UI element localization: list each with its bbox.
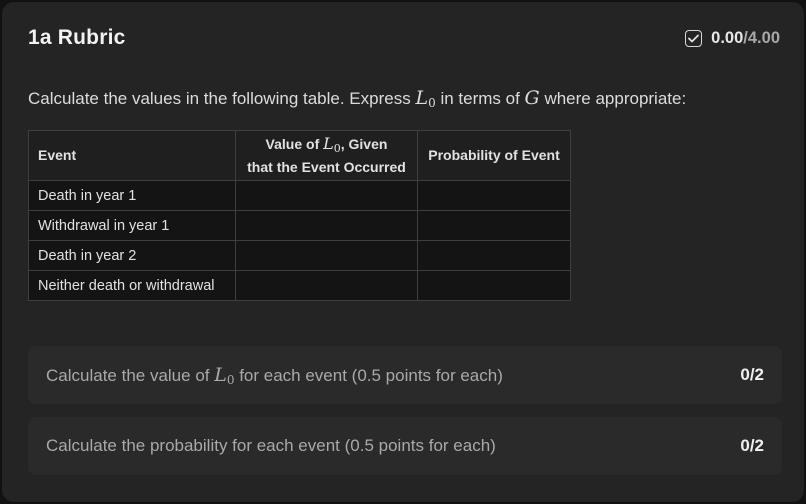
rubric-card: 1a Rubric 0.00/4.00 Calculate the values… (2, 2, 804, 502)
header-value-pre: Value of (265, 136, 324, 152)
cell-value (235, 240, 418, 271)
criterion-probability-text: Calculate the probability for each event… (46, 436, 496, 455)
criterion-value[interactable]: Calculate the value of L0 for each event… (28, 346, 782, 404)
cell-event: Withdrawal in year 1 (28, 210, 236, 241)
cell-value (235, 270, 418, 301)
math-sub: 0 (428, 96, 436, 110)
header-math-var: L (323, 134, 334, 153)
criterion-math-var: L (214, 363, 227, 386)
criterion-probability-points: 0/2 (740, 436, 764, 455)
header-value: Value of L0, Given that the Event Occurr… (235, 130, 418, 181)
cell-event: Neither death or withdrawal (28, 270, 236, 301)
score-max: /4.00 (743, 29, 780, 47)
table-row: Neither death or withdrawal (28, 270, 571, 301)
event-table: Event Value of L0, Given that the Event … (28, 130, 571, 301)
cell-probability (417, 270, 571, 301)
cell-value (235, 180, 418, 211)
header-math-l0: L0 (323, 134, 341, 155)
cell-event: Death in year 2 (28, 240, 236, 271)
rubric-title: 1a Rubric (28, 26, 126, 49)
math-var: L (415, 87, 429, 109)
header-event: Event (28, 130, 236, 181)
criterion-math-l0: L0 (214, 363, 234, 387)
table-header-row: Event Value of L0, Given that the Event … (28, 130, 571, 181)
criterion-value-text: Calculate the value of L0 for each event… (46, 364, 503, 387)
score-value: 0.00 (711, 29, 744, 47)
cell-probability (417, 180, 571, 211)
question-prompt: Calculate the values in the following ta… (28, 87, 686, 110)
cell-probability (417, 240, 571, 271)
prompt-text-3: where appropriate: (539, 89, 687, 108)
table-row: Death in year 1 (28, 180, 571, 211)
criterion-value-post: for each event (0.5 points for each) (234, 365, 503, 385)
table-row: Death in year 2 (28, 240, 571, 271)
header-math-sub: 0 (333, 142, 341, 155)
header-probability: Probability of Event (417, 130, 571, 181)
criterion-value-points: 0/2 (740, 365, 764, 384)
prompt-text-1: Calculate the values in the following ta… (28, 89, 416, 108)
cell-event: Death in year 1 (28, 180, 236, 211)
cell-value (235, 210, 418, 241)
math-g: G (524, 87, 540, 109)
prompt-text-2: in terms of (435, 89, 525, 108)
criterion-value-pre: Calculate the value of (46, 365, 215, 385)
math-l0: L0 (415, 87, 436, 110)
cell-probability (417, 210, 571, 241)
rubric-score: 0.00/4.00 (685, 29, 780, 48)
criterion-probability[interactable]: Calculate the probability for each event… (28, 417, 782, 475)
checkbox-check-icon (685, 30, 703, 47)
table-row: Withdrawal in year 1 (28, 210, 571, 241)
header-value-post: , Given (340, 136, 388, 152)
header-value-line2: that the Event Occurred (247, 159, 406, 175)
